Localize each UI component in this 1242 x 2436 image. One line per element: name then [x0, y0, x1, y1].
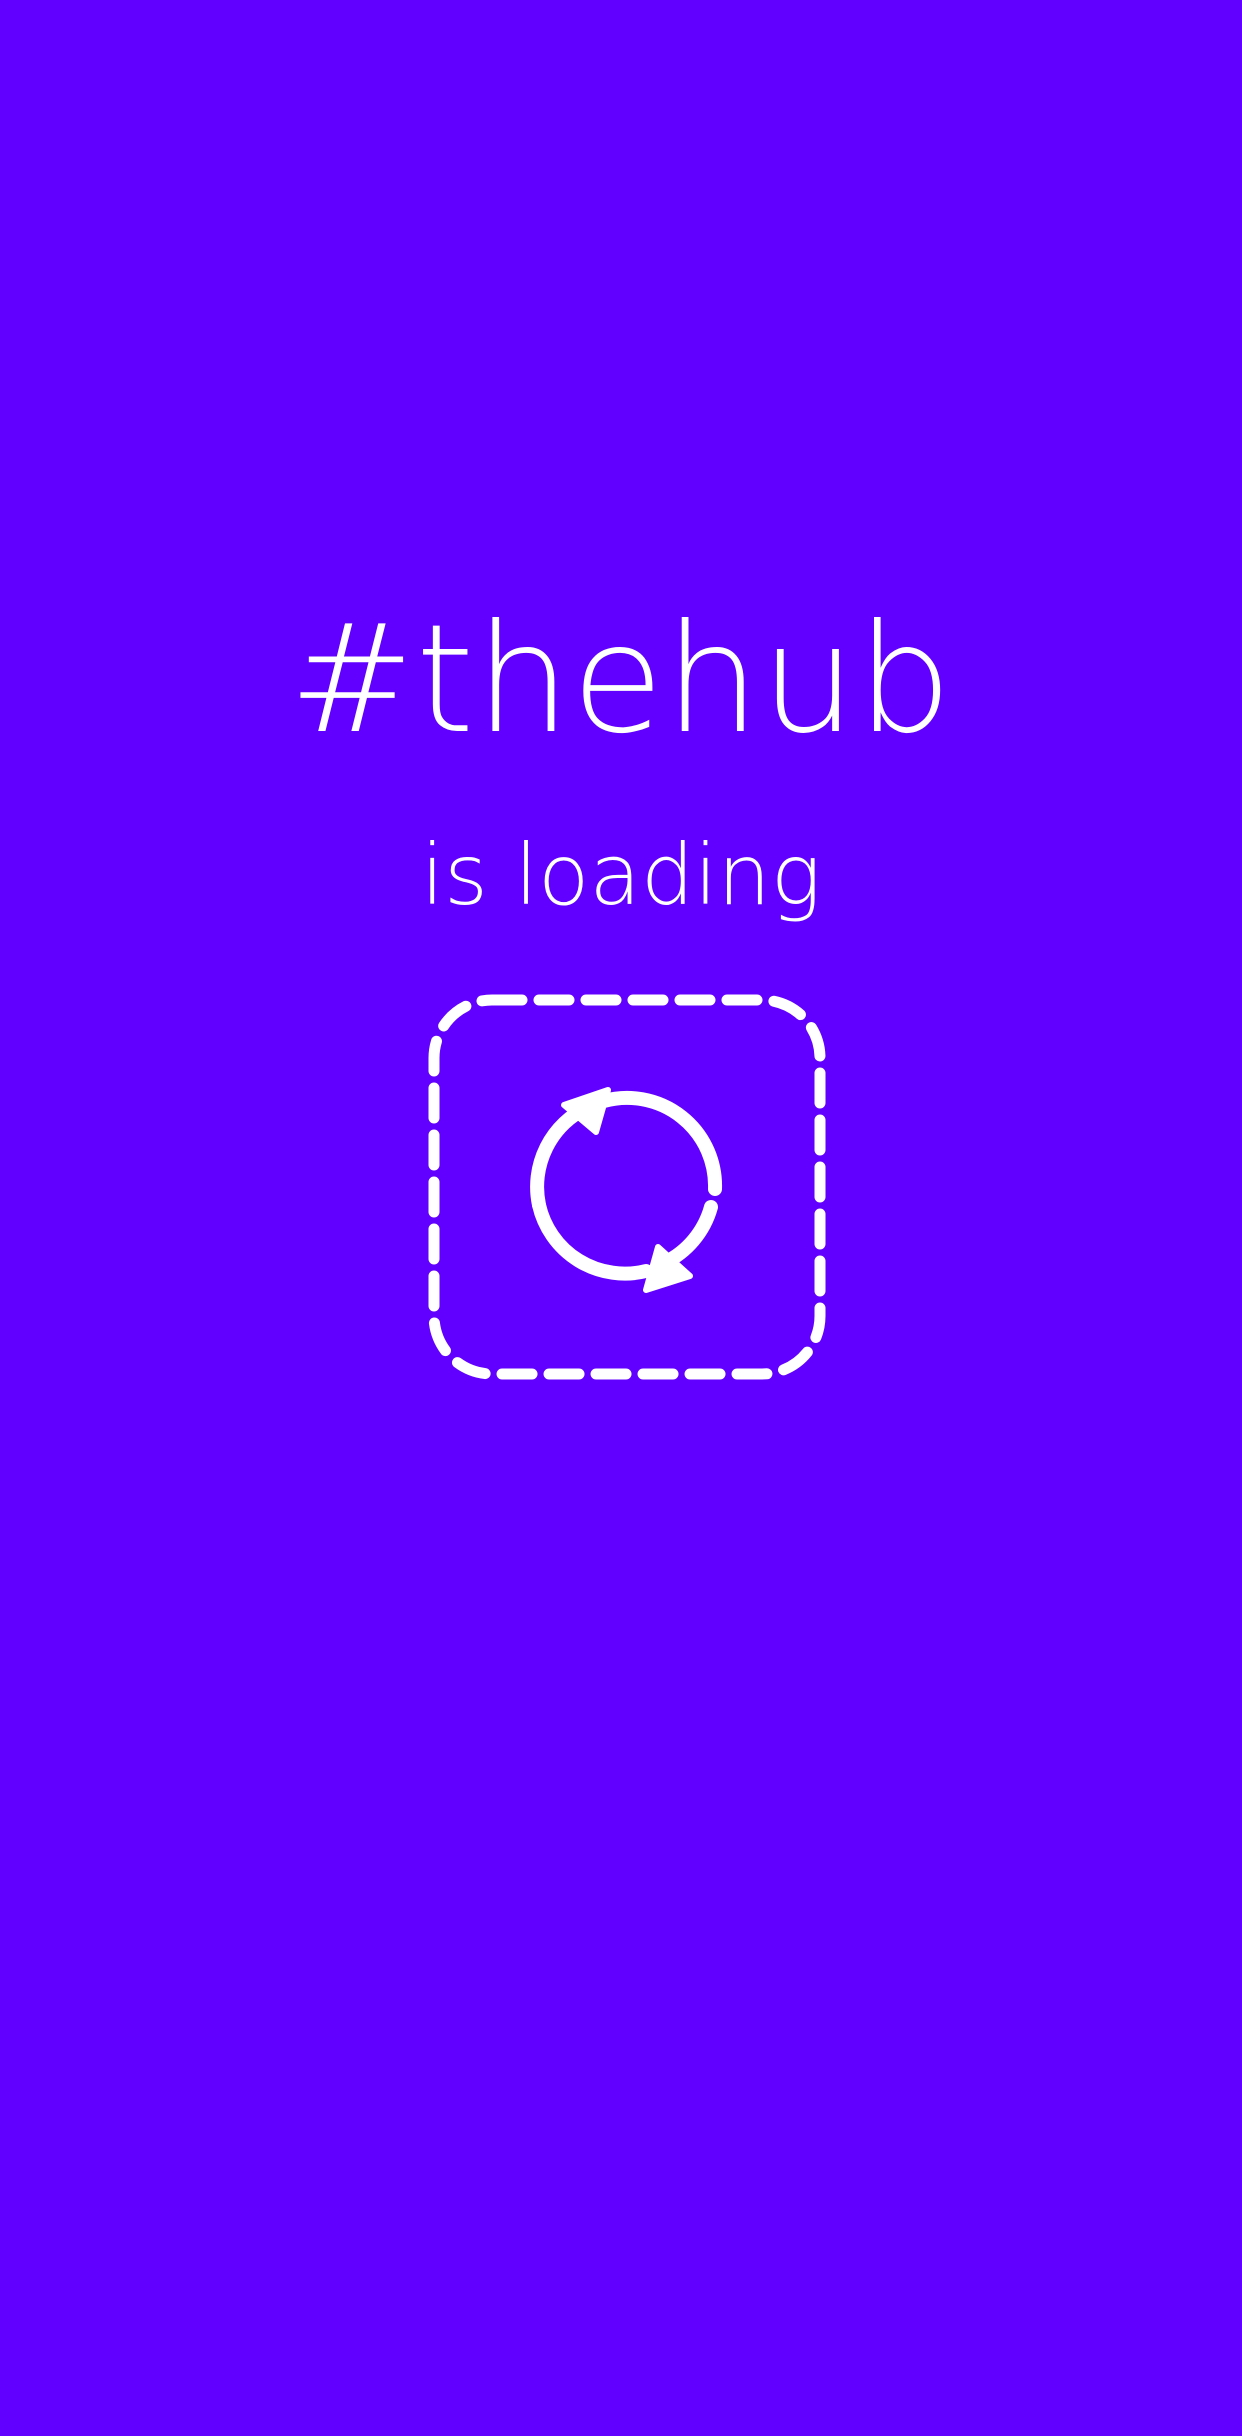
- loading-indicator: [426, 992, 828, 1382]
- refresh-icon: [530, 1090, 723, 1281]
- loading-screen: #thehub is loading: [0, 0, 1242, 2436]
- loading-status-text: is loading: [420, 826, 822, 924]
- dashed-rounded-square-icon: [428, 994, 826, 1380]
- app-title: #thehub: [288, 593, 954, 767]
